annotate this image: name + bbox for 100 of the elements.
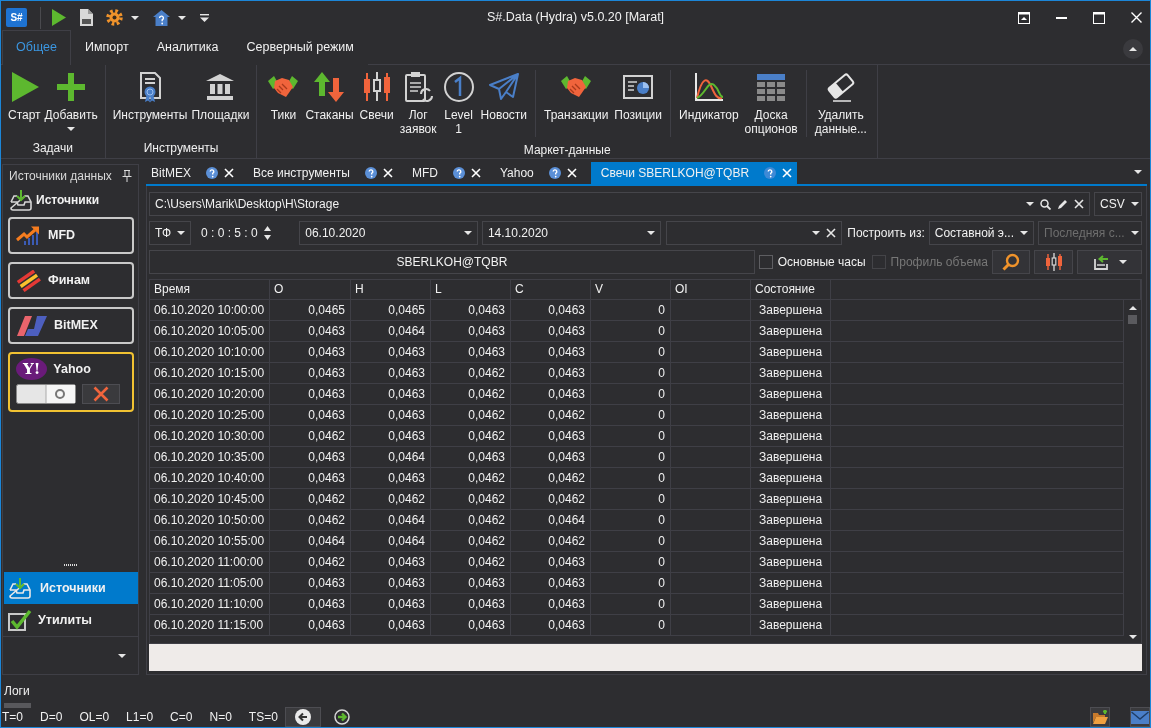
caret-icon[interactable] xyxy=(1134,170,1142,174)
nav-item[interactable]: Утилиты xyxy=(4,604,138,636)
ribbon-button[interactable]: Новости xyxy=(477,70,530,123)
caret-icon[interactable] xyxy=(1026,202,1034,206)
timeframe-dropdown[interactable]: ТФ xyxy=(149,221,191,245)
ribbon-button[interactable]: Старт xyxy=(6,70,43,123)
document-icon[interactable] xyxy=(79,9,93,26)
gear-icon[interactable] xyxy=(106,9,123,26)
table-cell: 0,0463 xyxy=(431,321,511,342)
table-cell: 0 xyxy=(591,468,671,489)
house-icon[interactable] xyxy=(153,9,170,26)
table-cell: 0,0463 xyxy=(511,321,591,342)
column-header[interactable]: V xyxy=(591,280,671,300)
date-dropdown[interactable]: 06.10.2020 xyxy=(299,221,478,245)
table-cell: Завершена xyxy=(751,447,831,468)
storage-path-field[interactable]: C:\Users\Marik\Desktop\H\Storage xyxy=(149,192,1090,216)
help-icon[interactable] xyxy=(548,167,561,179)
table-cell: 0 xyxy=(591,531,671,552)
timeframe-spinner[interactable]: 0 : 0 : 5 : 0 xyxy=(195,221,293,245)
ribbon-button[interactable]: Инструменты xyxy=(110,70,190,123)
source-card[interactable]: BitMEX xyxy=(8,307,134,344)
security-field[interactable]: SBERLKOH@TQBR xyxy=(149,250,755,274)
scroll-down-icon[interactable] xyxy=(1128,635,1137,639)
document-tab[interactable]: Yahoo xyxy=(494,162,582,184)
caret-icon[interactable] xyxy=(118,653,126,658)
format-dropdown[interactable]: CSV xyxy=(1094,192,1142,216)
ribbon-tab[interactable]: Общее xyxy=(2,30,71,65)
column-header[interactable]: H xyxy=(351,280,431,300)
back-button[interactable] xyxy=(284,707,321,727)
table-cell: Завершена xyxy=(751,405,831,426)
column-header[interactable]: Состояние xyxy=(751,280,831,300)
help-icon[interactable] xyxy=(206,167,218,179)
status-counter: TS=0 xyxy=(248,709,278,726)
nav-item[interactable]: Источники xyxy=(4,572,138,604)
delete-button[interactable] xyxy=(82,384,120,404)
help-icon[interactable] xyxy=(364,167,377,179)
window-icon[interactable] xyxy=(1018,11,1030,24)
export-button[interactable] xyxy=(1077,250,1142,274)
search-button[interactable] xyxy=(992,250,1030,274)
grid-icon xyxy=(755,71,788,103)
ribbon-button[interactable]: Удалить данные... xyxy=(811,70,870,137)
table-cell: 0,0463 xyxy=(270,615,351,636)
scrollbar-thumb[interactable] xyxy=(1128,315,1137,324)
ribbon-button[interactable]: Позиции xyxy=(611,70,665,123)
document-tab[interactable]: Все инструменты xyxy=(248,162,398,184)
ribbon-button[interactable]: Лог заявок xyxy=(396,70,440,137)
source-name: MFD xyxy=(48,227,76,245)
play-icon[interactable] xyxy=(52,9,66,26)
collapse-ribbon-button[interactable] xyxy=(1123,39,1143,59)
column-header[interactable]: O xyxy=(270,280,351,300)
ribbon-button[interactable]: Свечи xyxy=(356,70,397,123)
ribbon-button[interactable]: Транзакции xyxy=(541,70,612,123)
document-tab[interactable]: BitMEX xyxy=(146,162,239,184)
close-icon[interactable] xyxy=(1074,199,1084,209)
open-folder-button[interactable] xyxy=(1090,707,1110,727)
ribbon-button[interactable]: Тики xyxy=(264,70,303,123)
ribbon-button[interactable]: Добавить xyxy=(42,70,100,132)
table-cell: 0,0463 xyxy=(431,573,511,594)
close-icon[interactable] xyxy=(826,228,837,238)
table-cell: Завершена xyxy=(751,342,831,363)
pencil-icon[interactable] xyxy=(1057,198,1068,210)
menu-caret-icon[interactable] xyxy=(200,13,209,22)
candles-button[interactable] xyxy=(1034,250,1073,274)
mail-button[interactable] xyxy=(1130,707,1150,727)
scroll-up-icon[interactable] xyxy=(1128,306,1137,310)
checkbox-label[interactable]: Основные часы xyxy=(777,253,866,271)
column-header[interactable]: L xyxy=(431,280,511,300)
column-header[interactable]: OI xyxy=(671,280,751,300)
caret-icon[interactable] xyxy=(178,15,186,20)
forward-button[interactable] xyxy=(333,709,350,725)
source-card[interactable]: Финам xyxy=(8,262,134,299)
pin-icon[interactable] xyxy=(122,170,132,182)
build-from-dropdown[interactable]: Составной э... xyxy=(928,221,1034,245)
column-header[interactable]: Время xyxy=(150,280,270,300)
source-name: Yahoo xyxy=(53,360,91,378)
checkbox[interactable] xyxy=(758,255,773,269)
source-card[interactable]: Y! Yahoo xyxy=(8,352,134,412)
column-header[interactable]: C xyxy=(511,280,591,300)
source-card[interactable]: MFD xyxy=(8,217,134,254)
table-cell: 0,0463 xyxy=(270,363,351,384)
minimize-icon[interactable] xyxy=(1056,16,1067,19)
document-tab[interactable]: MFD xyxy=(406,162,486,184)
status-counter: N=0 xyxy=(209,709,232,726)
date-dropdown[interactable]: 14.10.2020 xyxy=(481,221,661,245)
ribbon-button[interactable]: Площадки xyxy=(189,70,252,123)
search-icon[interactable] xyxy=(1040,198,1051,210)
table-cell: 0,0462 xyxy=(270,552,351,573)
maximize-icon[interactable] xyxy=(1093,11,1105,24)
table-cell: 0,0463 xyxy=(270,384,351,405)
table-cell: 0,0463 xyxy=(351,342,431,363)
ribbon-button[interactable]: Доска опционов xyxy=(741,70,801,137)
ribbon-button[interactable]: Стаканы xyxy=(302,70,357,123)
status-counter: OL=0 xyxy=(79,709,110,726)
ribbon-button[interactable]: Индикатор xyxy=(676,70,742,123)
ribbon-button[interactable]: Level 1 xyxy=(439,70,478,137)
toggle-switch[interactable] xyxy=(16,384,76,404)
table-cell: 0,0465 xyxy=(351,300,431,321)
help-icon[interactable] xyxy=(452,167,465,179)
caret-icon[interactable] xyxy=(131,15,139,20)
up-down-arrows-icon xyxy=(313,71,346,103)
